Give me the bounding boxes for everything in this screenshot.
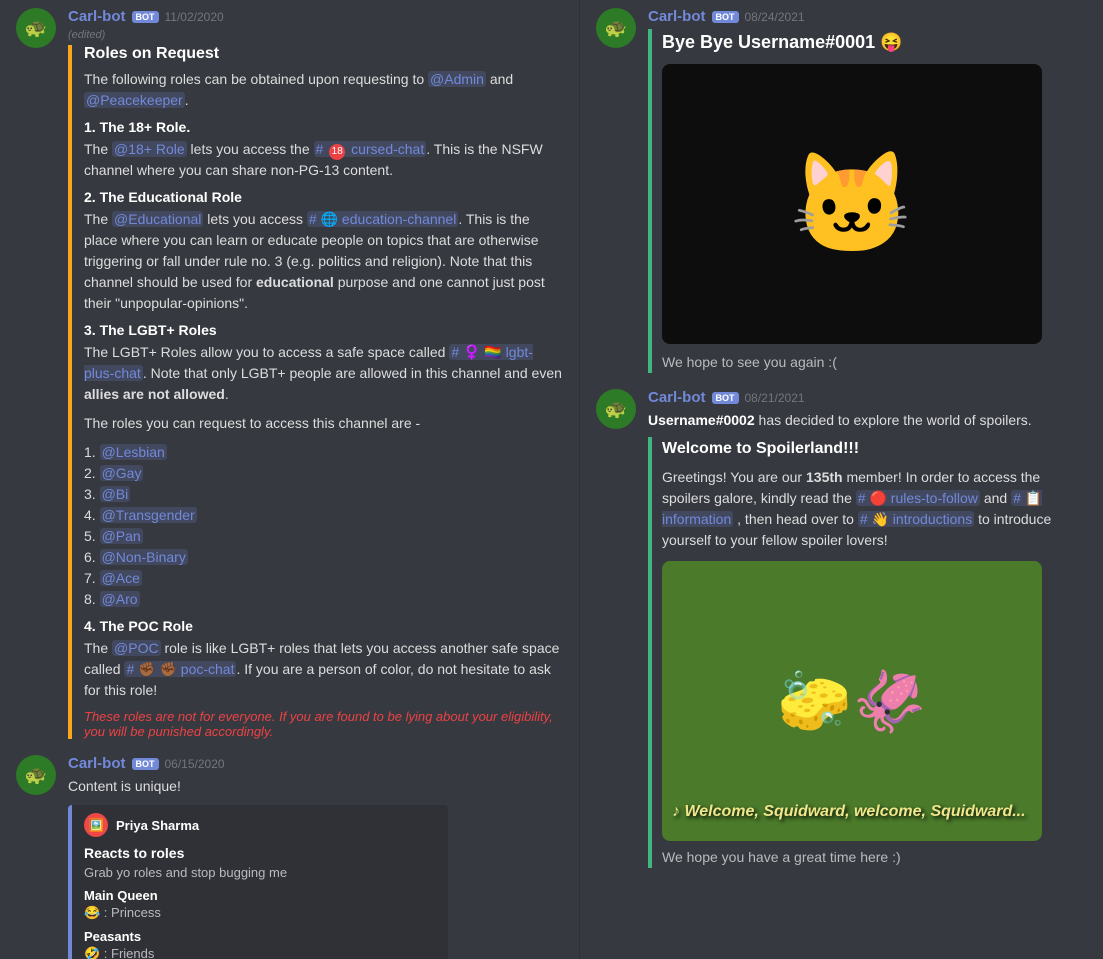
timestamp-2: 06/15/2020 (165, 757, 225, 771)
embed-field1-value: 😂 : Princess (84, 905, 436, 921)
avatar-carlbot-2: 🐢 (16, 755, 56, 795)
message-content-unique: 🐢 Carl-bot BOT 06/15/2020 Content is uni… (0, 747, 579, 959)
embed-author-avatar: 🖼️ (84, 813, 108, 837)
role-pan[interactable]: @Pan (100, 528, 143, 544)
section-poc-text: The @POC role is like LGBT+ roles that l… (84, 638, 563, 701)
bye-bye-caption: We hope to see you again :( (662, 352, 1087, 373)
lgbt-channel-mention[interactable]: # ♀️ 🏳️‍🌈 lgbt-plus-chat (84, 344, 533, 381)
role-aro[interactable]: @Aro (100, 591, 140, 607)
bye-bye-title: Bye Bye Username#0001 😝 (662, 29, 1087, 56)
admin-mention[interactable]: @Admin (428, 71, 486, 87)
spoilerland-pre-text: Username#0002 has decided to explore the… (648, 410, 1087, 431)
message-roles-on-request: 🐢 Carl-bot BOT 11/02/2020 (edited) Roles… (0, 0, 579, 747)
role-gay[interactable]: @Gay (100, 465, 144, 481)
role-edu-mention[interactable]: @Educational (112, 211, 203, 227)
bot-badge-right-1: BOT (712, 11, 739, 23)
username-carlbot-1: Carl-bot (68, 8, 126, 25)
section-18-text: The @18+ Role lets you access the # 18 c… (84, 139, 563, 181)
sponge-image: 🧽🦑 ♪ Welcome, Squidward, welcome, Squidw… (662, 561, 1042, 841)
embed-field1-name: Main Queen (84, 888, 436, 903)
cursed-chat-channel[interactable]: # 18 cursed-chat (314, 141, 427, 157)
message-header-right-1: Carl-bot BOT 08/24/2021 (648, 8, 1087, 25)
bot-badge-2: BOT (132, 758, 159, 770)
embed-field2-name: Peasants (84, 929, 436, 944)
avatar-carlbot-1: 🐢 (16, 8, 56, 48)
timestamp-right-2: 08/21/2021 (745, 391, 805, 405)
avatar-carlbot-right-2: 🐢 (596, 389, 636, 429)
role-bi[interactable]: @Bi (100, 486, 131, 502)
username-carlbot-right-1: Carl-bot (648, 8, 706, 25)
message-header-2: Carl-bot BOT 06/15/2020 (68, 755, 563, 772)
rules-channel[interactable]: # 🔴 rules-to-follow (856, 490, 980, 506)
message-bye-bye: 🐢 Carl-bot BOT 08/24/2021 Bye Bye Userna… (580, 0, 1103, 381)
role-18-mention[interactable]: @18+ Role (112, 141, 187, 157)
role-poc-mention[interactable]: @POC (112, 640, 161, 656)
poc-channel-mention[interactable]: # ✊🏾 ✊🏾 poc-chat (124, 661, 236, 677)
timestamp-1: 11/02/2020 (165, 10, 224, 24)
roles-intro: The following roles can be obtained upon… (84, 69, 563, 111)
edited-tag-1: (edited) (68, 29, 563, 41)
section-lgbt-text: The LGBT+ Roles allow you to access a sa… (84, 342, 563, 405)
role-ace[interactable]: @Ace (100, 570, 142, 586)
section-edu-heading: 2. The Educational Role (84, 189, 563, 205)
roles-content-box: Roles on Request The following roles can… (68, 45, 563, 739)
bot-badge-1: BOT (132, 11, 159, 23)
intro-channel[interactable]: # 👋 introductions (858, 511, 974, 527)
avatar-carlbot-right-1: 🐢 (596, 8, 636, 48)
peacekeeper-mention[interactable]: @Peacekeeper (84, 92, 185, 108)
embed-author-name: Priya Sharma (116, 818, 199, 833)
sponge-overlay-text: ♪ Welcome, Squidward, welcome, Squidward… (672, 803, 1026, 821)
roles-title: Roles on Request (84, 45, 563, 63)
message-header-1: Carl-bot BOT 11/02/2020 (68, 8, 563, 25)
warning-text: These roles are not for everyone. If you… (84, 709, 563, 739)
role-transgender[interactable]: @Transgender (100, 507, 197, 523)
embed-description: Grab yo roles and stop bugging me (84, 865, 436, 880)
message-header-right-2: Carl-bot BOT 08/21/2021 (648, 389, 1087, 406)
spoilerland-title: Welcome to Spoilerland!!! (662, 437, 1087, 461)
spoilerland-body: Greetings! You are our 135th member! In … (662, 467, 1087, 551)
embed-field2-value: 🤣 : Friends (84, 946, 436, 959)
spoilerland-border: Welcome to Spoilerland!!! Greetings! You… (648, 437, 1087, 868)
edu-channel-mention[interactable]: # 🌐 education-channel (307, 211, 458, 227)
section-poc-heading: 4. The POC Role (84, 618, 563, 634)
left-chat-panel: 🐢 Carl-bot BOT 11/02/2020 (edited) Roles… (0, 0, 580, 959)
message-spoilerland: 🐢 Carl-bot BOT 08/21/2021 Username#0002 … (580, 381, 1103, 876)
message-content-right-2: Carl-bot BOT 08/21/2021 Username#0002 ha… (648, 389, 1087, 868)
section-18-heading: 1. The 18+ Role. (84, 119, 563, 135)
message-content-1: Carl-bot BOT 11/02/2020 (edited) Roles o… (68, 8, 563, 739)
sponge-caption: We hope you have a great time here :) (662, 847, 1087, 868)
section-lgbt-heading: 3. The LGBT+ Roles (84, 322, 563, 338)
bye-bye-border: Bye Bye Username#0001 😝 🐱 We hope to see… (648, 29, 1087, 373)
message-content-right-1: Carl-bot BOT 08/24/2021 Bye Bye Username… (648, 8, 1087, 373)
username-carlbot-2: Carl-bot (68, 755, 126, 772)
right-chat-panel: 🐢 Carl-bot BOT 08/24/2021 Bye Bye Userna… (580, 0, 1103, 959)
section-lgbt-list-intro: The roles you can request to access this… (84, 413, 563, 434)
embed-author: 🖼️ Priya Sharma (84, 813, 436, 837)
cat-image: 🐱 (662, 64, 1042, 344)
embed-title: Reacts to roles (84, 845, 436, 861)
message-content-2: Carl-bot BOT 06/15/2020 Content is uniqu… (68, 755, 563, 959)
timestamp-right-1: 08/24/2021 (745, 10, 805, 24)
embed-priya-sharma: 🖼️ Priya Sharma Reacts to roles Grab yo … (68, 805, 448, 959)
role-lesbian[interactable]: @Lesbian (100, 444, 167, 460)
role-nonbinary[interactable]: @Non-Binary (100, 549, 188, 565)
content-unique-text: Content is unique! (68, 776, 563, 797)
section-edu-text: The @Educational lets you access # 🌐 edu… (84, 209, 563, 314)
section-lgbt-roles: 1. @Lesbian 2. @Gay 3. @Bi 4. @Transgend… (84, 442, 563, 610)
bot-badge-right-2: BOT (712, 392, 739, 404)
username-carlbot-right-2: Carl-bot (648, 389, 706, 406)
